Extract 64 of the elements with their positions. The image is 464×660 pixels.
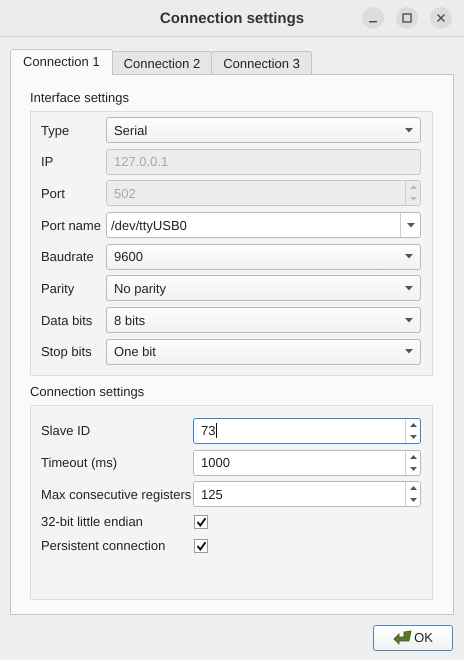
tab[interactable]: Connection 3 <box>211 51 312 74</box>
dropdown-arrow-icon <box>405 349 413 354</box>
maximize-button[interactable] <box>396 7 418 29</box>
close-icon <box>436 13 446 23</box>
field-label: Persistent connection <box>41 538 166 554</box>
dropdown-value: One bit <box>114 344 157 360</box>
down-arrow-icon <box>410 466 416 470</box>
spin-value: 502 <box>114 186 137 201</box>
down-arrow-icon <box>410 498 416 502</box>
spin-box[interactable]: 73 <box>193 418 421 444</box>
field-label: Port <box>41 186 66 201</box>
field-label: IP <box>41 154 54 170</box>
minimize-button[interactable] <box>362 7 384 29</box>
up-arrow-icon <box>410 422 416 427</box>
field-label: Stop bits <box>41 344 93 360</box>
dropdown-value: 8 bits <box>114 312 146 328</box>
window-title: Connection settings <box>160 10 304 26</box>
group-title: Interface settings <box>30 89 130 106</box>
down-arrow-icon <box>410 197 416 202</box>
spin-value: 73 <box>201 423 218 438</box>
field-label: Max consecutive registers <box>41 486 192 502</box>
return-arrow-icon <box>393 630 414 646</box>
field-label: Data bits <box>41 312 94 328</box>
dropdown-arrow-icon <box>405 254 413 260</box>
up-arrow-icon <box>410 486 416 490</box>
dropdown-value: No parity <box>114 280 168 296</box>
field-label: Type <box>41 122 70 138</box>
dropdown-arrow-icon <box>405 128 413 132</box>
field-label: Parity <box>41 280 76 296</box>
spin-box[interactable]: 1000 <box>193 450 421 476</box>
spin-value: 1000 <box>201 455 231 470</box>
field-label: Slave ID <box>41 423 92 438</box>
dropdown[interactable]: Serial <box>106 117 421 143</box>
down-arrow-icon <box>410 434 416 439</box>
checkbox[interactable] <box>194 538 208 553</box>
dropdown[interactable]: 9600 <box>106 244 421 270</box>
dropdown[interactable]: 8 bits <box>106 307 421 334</box>
field-label: Baudrate <box>41 249 95 264</box>
field-label: Timeout (ms) <box>41 455 118 470</box>
checkbox[interactable] <box>194 514 208 529</box>
dropdown-arrow-icon <box>405 318 413 323</box>
dropdown-arrow-icon <box>405 286 413 291</box>
combo-input[interactable]: /dev/ttyUSB0 <box>106 212 421 238</box>
group-title: Connection settings <box>30 382 146 400</box>
dropdown-value: 9600 <box>114 249 144 264</box>
dropdown-arrow-icon <box>406 222 414 228</box>
dropdown[interactable]: One bit <box>106 338 421 365</box>
spin-value: 125 <box>201 486 224 502</box>
combo-value: /dev/ttyUSB0 <box>111 218 188 233</box>
tab[interactable]: Connection 2 <box>112 51 212 74</box>
up-arrow-icon <box>410 454 416 458</box>
spin-box[interactable]: 125 <box>193 481 421 508</box>
dropdown-value: Serial <box>114 122 148 138</box>
dropdown[interactable]: No parity <box>106 275 421 302</box>
close-button[interactable] <box>430 7 452 29</box>
checkmark-icon <box>196 540 206 551</box>
maximize-icon <box>402 13 412 23</box>
tab[interactable]: Connection 1 <box>10 49 113 75</box>
field-label: 32-bit little endian <box>41 514 144 530</box>
ok-button[interactable]: OK <box>373 624 453 650</box>
field-label: Port name <box>41 218 102 233</box>
checkmark-icon <box>196 516 206 527</box>
minimize-icon <box>369 20 377 22</box>
up-arrow-icon <box>410 185 416 190</box>
